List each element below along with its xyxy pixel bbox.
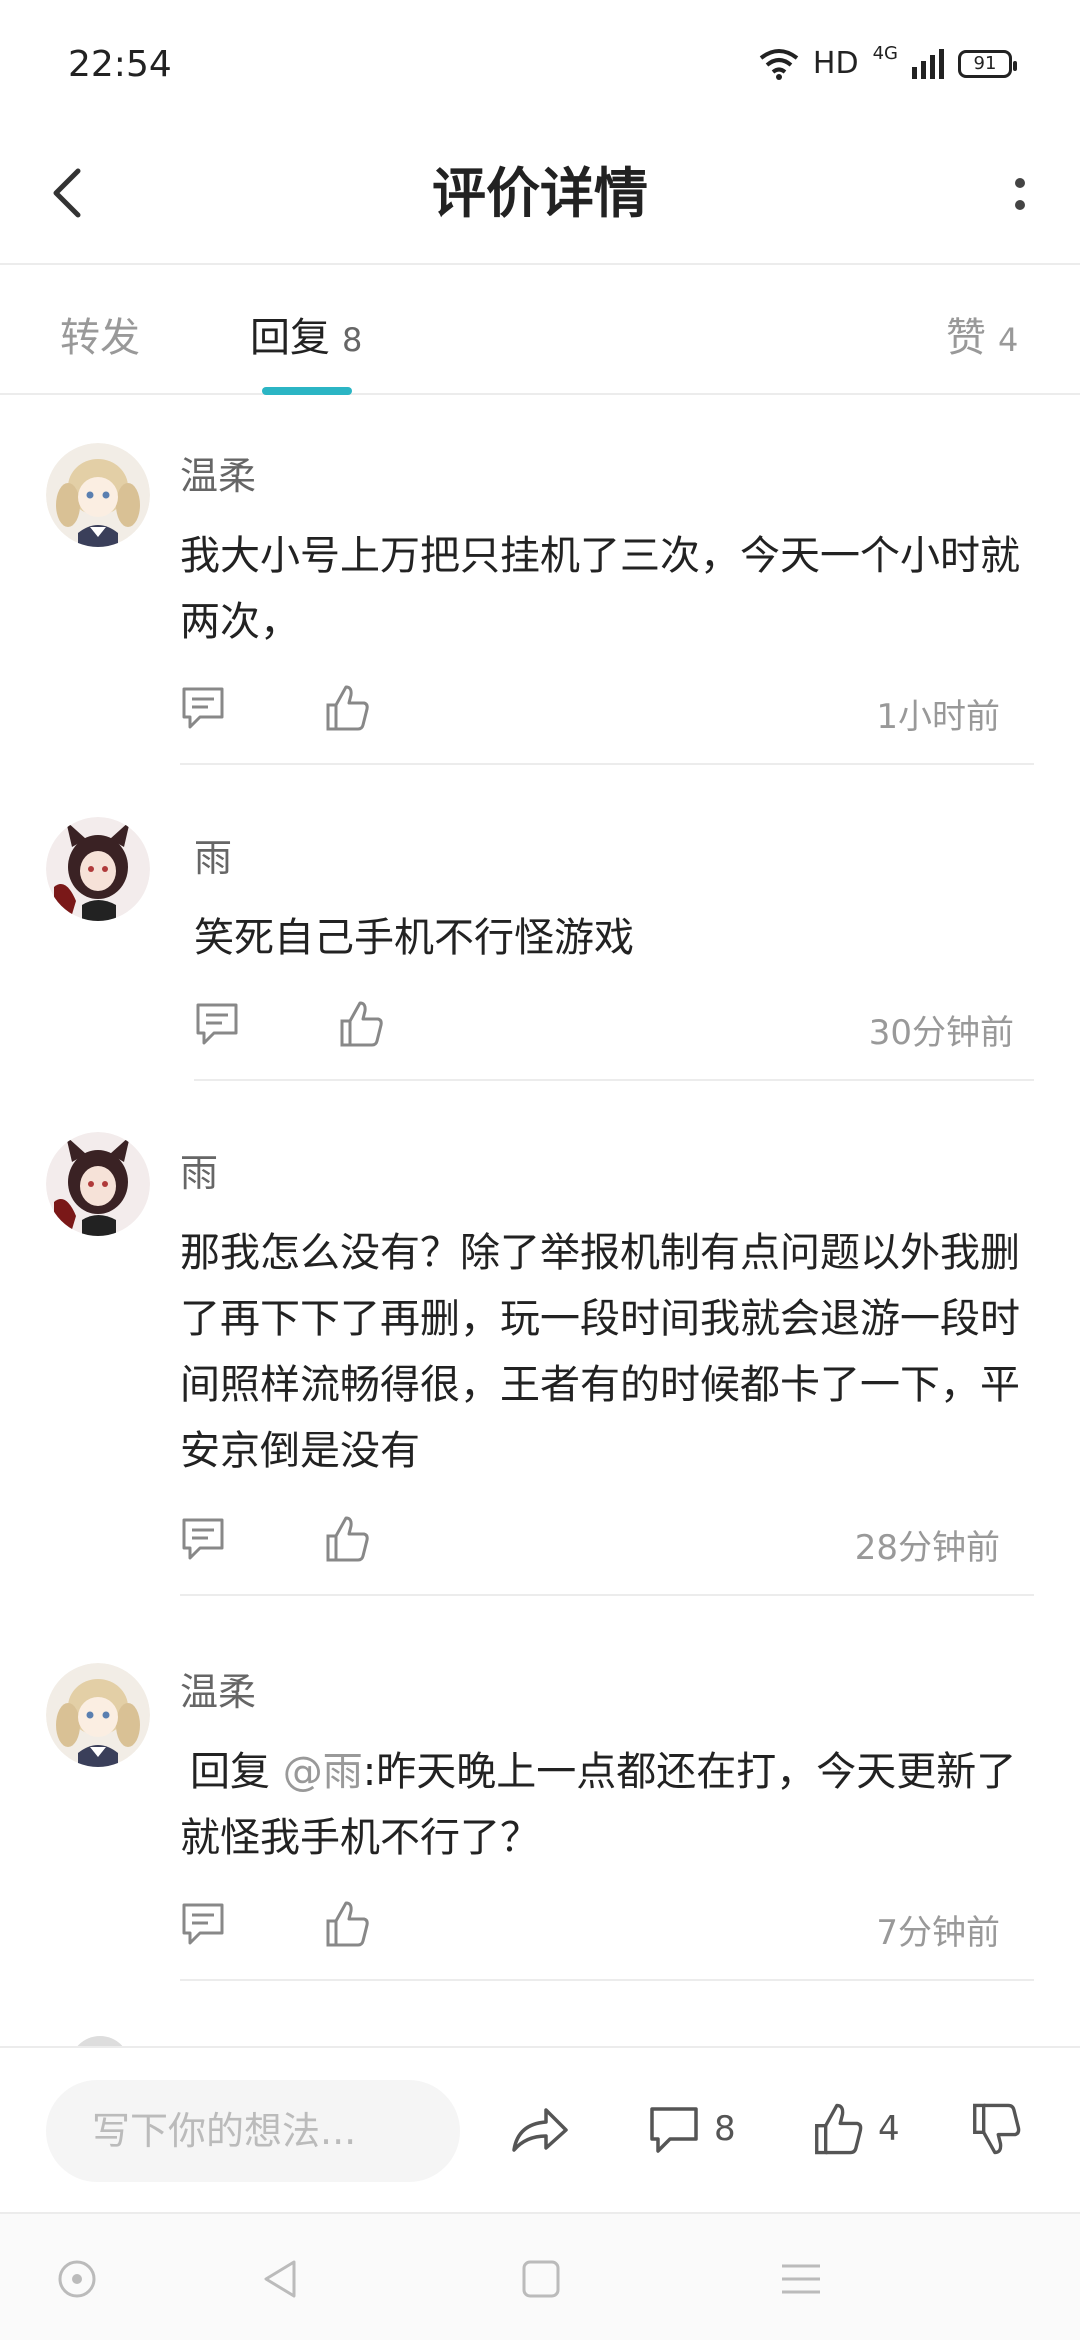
mention-link[interactable]: @雨 (283, 1749, 363, 1795)
nav-back-icon[interactable] (256, 2254, 306, 2304)
comment-username[interactable]: 雨 (194, 827, 232, 882)
comment-actions: 7分钟前 (180, 1897, 1040, 1957)
share-arrow-icon (512, 2108, 568, 2152)
signal-icon (912, 48, 944, 79)
tab-repost[interactable]: 转发 (60, 305, 140, 363)
comment-username[interactable]: 温柔 (180, 1661, 256, 1716)
fox-girl-avatar[interactable] (46, 817, 150, 921)
comment-divider (180, 1979, 1034, 1981)
status-bar: 22:54 HD 4G 91 (0, 0, 1080, 125)
tab-count: 8 (342, 321, 363, 359)
more-options-icon[interactable] (1000, 155, 1040, 235)
wifi-icon (759, 48, 799, 80)
comment-bubble-icon (650, 2107, 698, 2153)
network-type: 4G (872, 43, 898, 64)
page-title: 评价详情 (432, 162, 648, 225)
comment-text: 那我怎么没有？除了举报机制有点问题以外我删了再下下了再删，玩一段时间我就会退游一… (180, 1230, 1020, 1474)
comment-username[interactable]: 雨 (180, 1142, 218, 1197)
nav-menu-icon[interactable] (776, 2254, 826, 2304)
reply-icon[interactable] (180, 685, 226, 731)
tab-replies[interactable]: 回复 8 (250, 305, 362, 363)
thumbs-up-icon[interactable] (324, 1899, 370, 1949)
reply-icon[interactable] (180, 1516, 226, 1562)
comment-text: 我大小号上万把只挂机了三次，今天一个小时就两次， (180, 533, 1020, 645)
comment-count-button[interactable]: 8 (648, 2094, 736, 2164)
comment-time: 28分钟前 (854, 1528, 1000, 1568)
reply-icon[interactable] (194, 1001, 240, 1047)
reply-icon[interactable] (180, 1901, 226, 1947)
comment-divider (180, 1594, 1034, 1596)
comment-input[interactable]: 写下你的想法... (46, 2080, 460, 2182)
tab-count: 4 (998, 321, 1019, 359)
comment-divider (194, 1079, 1034, 1081)
blonde-girl-avatar[interactable] (46, 443, 150, 547)
thumbs-up-icon (815, 2103, 863, 2155)
app-header: 评价详情 (0, 125, 1080, 265)
blonde-girl-avatar[interactable] (46, 1663, 150, 1767)
thumbs-up-icon[interactable] (324, 1514, 370, 1564)
thumbs-down-icon (973, 2103, 1021, 2155)
comment-count: 8 (714, 2109, 736, 2149)
nav-home-icon[interactable] (516, 2254, 566, 2304)
battery-icon: 91 (958, 49, 1017, 78)
comment-input-bar: 写下你的想法... 8 4 (0, 2046, 1080, 2212)
like-count-button[interactable]: 4 (812, 2094, 900, 2164)
comment-actions: 1小时前 (180, 681, 1040, 741)
system-nav-bar (0, 2212, 1080, 2340)
partial-avatar (70, 2036, 130, 2046)
status-time: 22:54 (68, 44, 172, 85)
comment-actions: 30分钟前 (194, 997, 1054, 1057)
like-count: 4 (878, 2109, 900, 2149)
assistant-circle-icon[interactable] (52, 2254, 102, 2304)
fox-girl-avatar[interactable] (46, 1132, 150, 1236)
reply-prefix: 回复 (190, 1749, 270, 1795)
comment-actions: 28分钟前 (180, 1512, 1040, 1572)
tab-label: 赞 (946, 315, 986, 361)
comment-time: 7分钟前 (876, 1913, 1000, 1953)
tab-bar: 转发 回复 8 赞4 (0, 265, 1080, 395)
next-comment-peek (0, 2030, 1080, 2046)
comment-text: 回复 @雨:昨天晚上一点都还在打，今天更新了就怪我手机不行了？ (180, 1739, 1030, 1871)
tab-likes[interactable]: 赞4 (946, 305, 1018, 363)
comment-time: 30分钟前 (868, 1013, 1014, 1053)
status-icons: HD 4G 91 (759, 43, 1017, 81)
battery-level: 91 (973, 53, 997, 74)
dislike-button[interactable] (970, 2094, 1022, 2164)
comment-username[interactable]: 温柔 (180, 445, 256, 500)
hd-label: HD (812, 46, 859, 81)
comment-divider (180, 763, 1034, 765)
tab-label: 回复 (250, 315, 330, 361)
tab-label: 转发 (60, 315, 140, 361)
thumbs-up-icon[interactable] (324, 683, 370, 733)
share-button[interactable] (510, 2094, 570, 2164)
active-tab-indicator (262, 387, 352, 395)
comment-text: 笑死自己手机不行怪游戏 (194, 915, 634, 961)
comment-time: 1小时前 (876, 697, 1000, 737)
thumbs-up-icon[interactable] (338, 999, 384, 1049)
